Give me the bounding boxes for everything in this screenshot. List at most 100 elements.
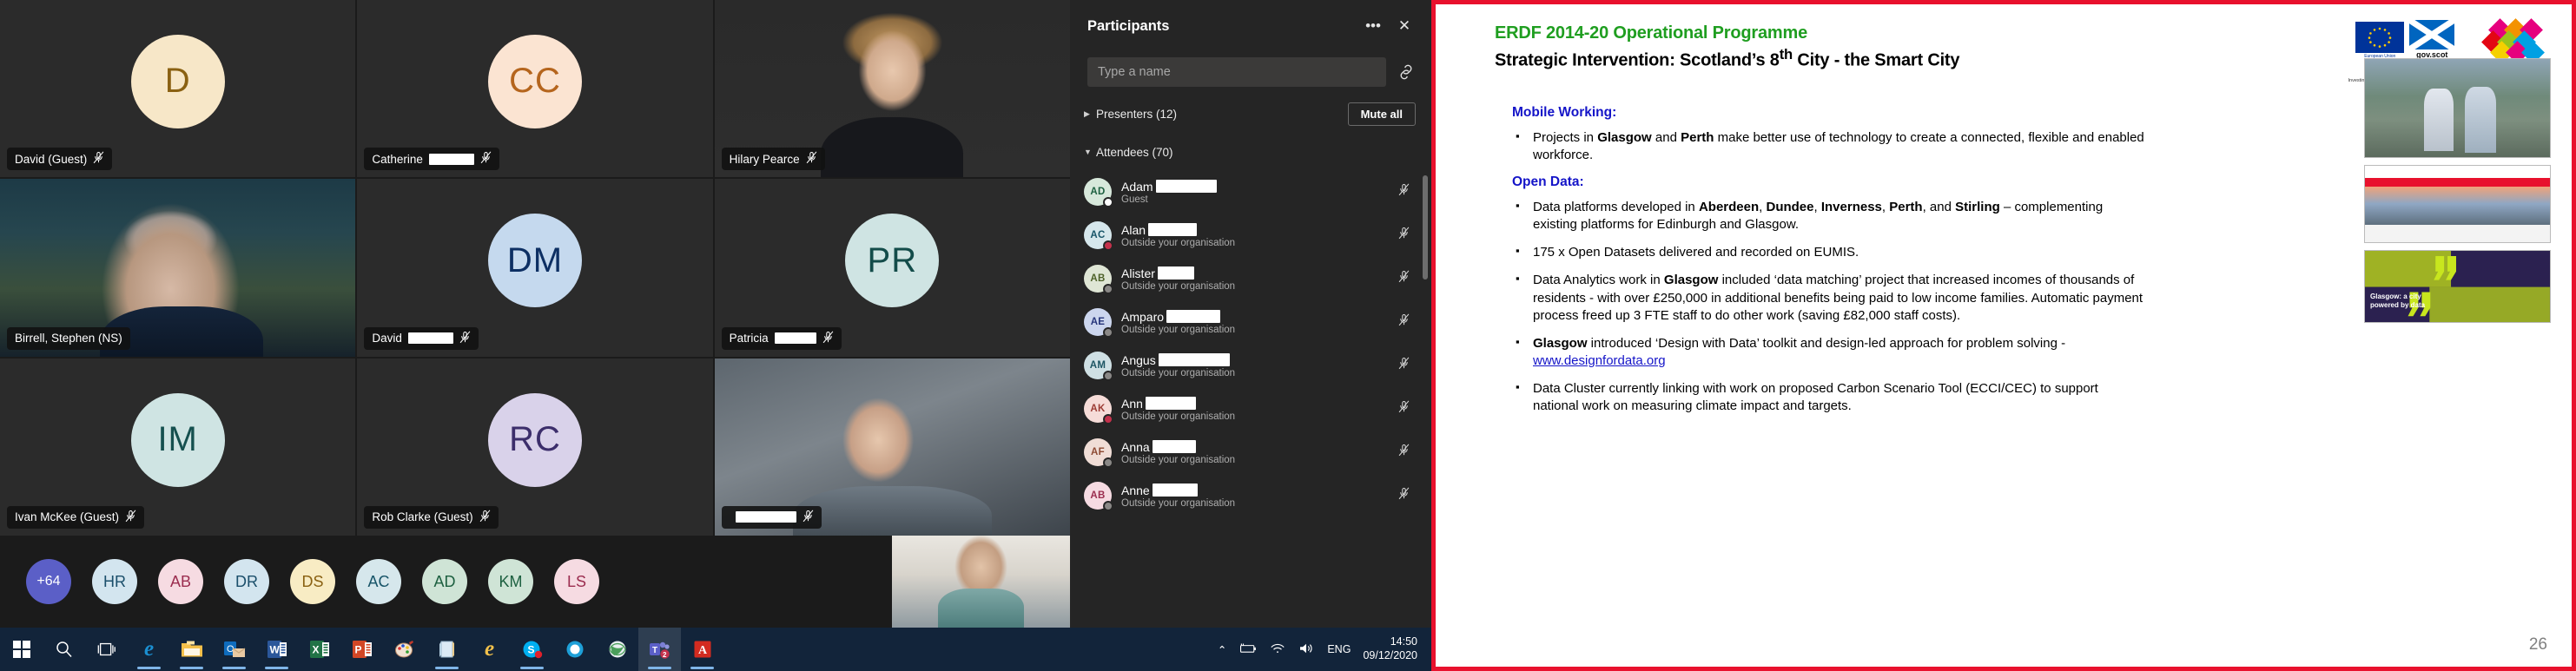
participant-tile[interactable]: DDavid (Guest) bbox=[0, 0, 355, 177]
wifi-icon[interactable] bbox=[1270, 642, 1285, 657]
internet-explorer-icon[interactable]: e bbox=[468, 628, 511, 671]
attendee-name: Alan bbox=[1121, 223, 1389, 237]
participant-name: Ivan McKee (Guest) bbox=[15, 510, 119, 523]
attendee-subtitle: Outside your organisation bbox=[1121, 238, 1389, 248]
running-indicator bbox=[520, 667, 544, 669]
video-feed bbox=[892, 536, 1070, 628]
diamond-pattern-icon bbox=[2485, 20, 2547, 60]
slide-title-line2-post: City - the Smart City bbox=[1793, 51, 1959, 70]
eu-stars bbox=[2355, 22, 2404, 53]
search-input[interactable] bbox=[1087, 57, 1386, 87]
attendee-row[interactable]: AMAngusOutside your organisation bbox=[1070, 344, 1431, 387]
participant-name: David (Guest) bbox=[15, 153, 87, 166]
running-indicator bbox=[137, 667, 161, 669]
shared-presentation[interactable]: ERDF 2014-20 Operational Programme Strat… bbox=[1431, 0, 2576, 671]
attendee-row[interactable]: ADAdamGuest bbox=[1070, 170, 1431, 214]
outlook-icon[interactable]: O bbox=[213, 628, 255, 671]
roster-avatar[interactable]: DR bbox=[224, 559, 269, 604]
volume-icon[interactable] bbox=[1298, 642, 1315, 657]
panel-title: Participants bbox=[1087, 18, 1355, 35]
attendee-row[interactable]: ABAlisterOutside your organisation bbox=[1070, 257, 1431, 300]
slide-title-ordinal: th bbox=[1780, 46, 1793, 62]
excel-icon[interactable]: X bbox=[298, 628, 340, 671]
svg-text:P: P bbox=[354, 644, 361, 656]
roster-overflow-count[interactable]: +64 bbox=[26, 559, 71, 604]
attendee-row[interactable]: AKAnnOutside your organisation bbox=[1070, 387, 1431, 431]
mic-off-icon[interactable] bbox=[1398, 313, 1414, 331]
mic-off-icon[interactable] bbox=[1398, 227, 1414, 244]
attendee-row[interactable]: AEAmparoOutside your organisation bbox=[1070, 300, 1431, 344]
close-icon[interactable]: ✕ bbox=[1391, 13, 1417, 39]
copy-join-link-icon[interactable] bbox=[1395, 61, 1417, 83]
attendees-section-header[interactable]: ▼ Attendees (70) bbox=[1070, 135, 1431, 168]
mic-off-icon[interactable] bbox=[1398, 487, 1414, 504]
slide-image-column: Glasgow: a city powered by data bbox=[2364, 58, 2551, 330]
roster-avatar[interactable]: DS bbox=[290, 559, 335, 604]
participant-tile[interactable]: Birrell, Stephen (NS) bbox=[0, 179, 355, 356]
mic-off-icon[interactable] bbox=[1398, 183, 1414, 201]
slide-bullet: Data platforms developed in Aberdeen, Du… bbox=[1512, 199, 2146, 234]
running-indicator bbox=[435, 667, 459, 669]
participant-name-label: Birrell, Stephen (NS) bbox=[7, 327, 130, 350]
participant-tile[interactable]: IMIvan McKee (Guest) bbox=[0, 359, 355, 536]
roster-avatar[interactable]: KM bbox=[488, 559, 533, 604]
participant-tile[interactable]: PRPatricia bbox=[715, 179, 1070, 356]
participant-tile[interactable]: RCRob Clarke (Guest) bbox=[357, 359, 712, 536]
roster-avatar[interactable]: AD bbox=[422, 559, 467, 604]
word-icon[interactable]: W bbox=[255, 628, 298, 671]
task-view-icon[interactable] bbox=[85, 628, 128, 671]
attendee-subtitle: Outside your organisation bbox=[1121, 411, 1389, 422]
attendee-row[interactable]: AFAnnaOutside your organisation bbox=[1070, 431, 1431, 474]
slide-bullet: Projects in Glasgow and Perth make bette… bbox=[1512, 129, 2146, 164]
slide-image-mobile-working bbox=[2364, 58, 2551, 158]
attendee-row[interactable]: ABAnneOutside your organisation bbox=[1070, 474, 1431, 517]
avatar: DM bbox=[488, 214, 582, 307]
globe-app-icon[interactable] bbox=[596, 628, 638, 671]
presence-badge bbox=[1103, 501, 1113, 511]
mic-off-icon[interactable] bbox=[1398, 400, 1414, 418]
panel-scrollbar[interactable] bbox=[1423, 175, 1428, 280]
edge-icon[interactable]: e bbox=[128, 628, 170, 671]
teams-icon[interactable]: T2 bbox=[638, 628, 681, 671]
adobe-reader-icon[interactable]: A bbox=[681, 628, 723, 671]
paint-icon[interactable] bbox=[383, 628, 426, 671]
participant-tile[interactable]: DMDavid bbox=[357, 179, 712, 356]
more-options-icon[interactable]: ••• bbox=[1360, 13, 1386, 39]
roster-avatar[interactable]: AC bbox=[356, 559, 401, 604]
notepad-icon[interactable] bbox=[426, 628, 468, 671]
powerpoint-icon[interactable]: P bbox=[340, 628, 383, 671]
battery-icon[interactable] bbox=[1238, 642, 1258, 657]
redaction-block bbox=[775, 332, 816, 344]
clock[interactable]: 14:50 09/12/2020 bbox=[1363, 635, 1417, 662]
file-explorer-icon[interactable] bbox=[170, 628, 213, 671]
participant-tile-extra[interactable] bbox=[892, 536, 1070, 628]
avatar: AK bbox=[1084, 395, 1112, 423]
onedrive-icon[interactable] bbox=[553, 628, 596, 671]
start-icon[interactable] bbox=[0, 628, 43, 671]
redaction-block bbox=[1158, 266, 1194, 280]
language-indicator[interactable]: ENG bbox=[1327, 643, 1351, 655]
mic-off-icon[interactable] bbox=[1398, 357, 1414, 374]
skype-icon[interactable]: S bbox=[511, 628, 553, 671]
mic-off-icon bbox=[93, 151, 104, 167]
participant-name-label: David (Guest) bbox=[7, 148, 112, 170]
attendee-row[interactable]: ACAlanOutside your organisation bbox=[1070, 214, 1431, 257]
quote-marks-icon bbox=[2365, 251, 2550, 323]
participants-panel-header: Participants ••• ✕ bbox=[1070, 0, 1431, 52]
slide-bullet: Data Analytics work in Glasgow included … bbox=[1512, 272, 2146, 324]
participant-tile[interactable] bbox=[715, 359, 1070, 536]
participant-tile[interactable]: Hilary Pearce bbox=[715, 0, 1070, 177]
mute-all-button[interactable]: Mute all bbox=[1348, 102, 1416, 126]
roster-avatar[interactable]: HR bbox=[92, 559, 137, 604]
mic-off-icon[interactable] bbox=[1398, 444, 1414, 461]
presenters-section-header[interactable]: ▶ Presenters (12) Mute all bbox=[1070, 97, 1431, 130]
avatar: PR bbox=[845, 214, 939, 307]
svg-text:S: S bbox=[527, 644, 534, 656]
search-icon[interactable] bbox=[43, 628, 85, 671]
participant-tile[interactable]: CCCatherine bbox=[357, 0, 712, 177]
mic-off-icon[interactable] bbox=[1398, 270, 1414, 287]
roster-avatar[interactable]: AB bbox=[158, 559, 203, 604]
show-hidden-icons-icon[interactable]: ⌃ bbox=[1218, 643, 1226, 656]
presence-badge bbox=[1103, 371, 1113, 381]
roster-avatar[interactable]: LS bbox=[554, 559, 599, 604]
